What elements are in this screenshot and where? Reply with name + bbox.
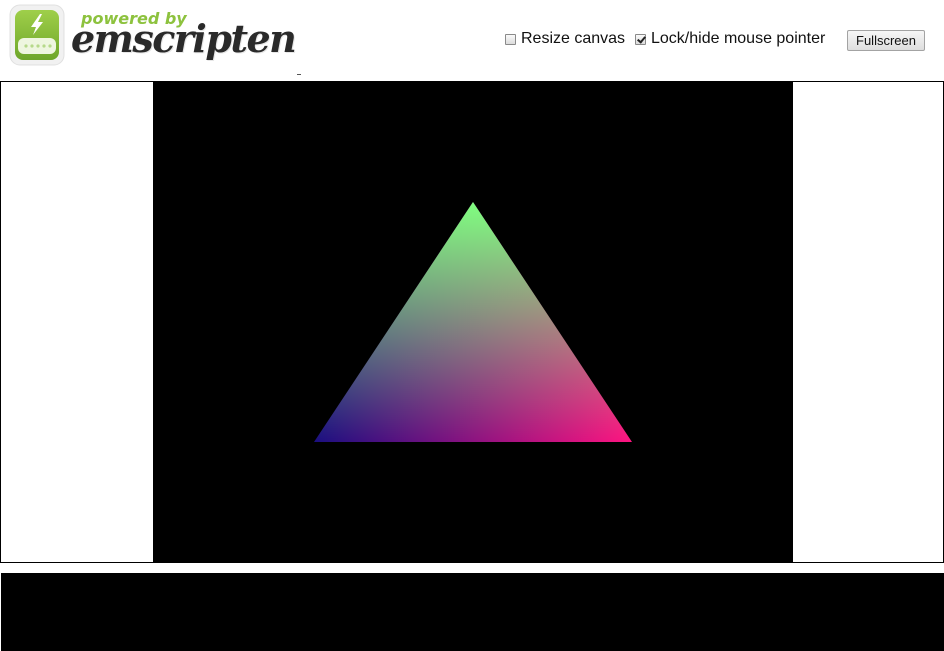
- resize-canvas-label: Resize canvas: [521, 30, 626, 47]
- resize-canvas-control[interactable]: Resize canvas: [505, 30, 625, 48]
- resize-canvas-checkbox[interactable]: [505, 33, 516, 45]
- lock-pointer-checkbox[interactable]: [635, 33, 646, 45]
- spinner: [297, 74, 301, 75]
- output-console[interactable]: [1, 573, 944, 651]
- triangle-top-blend: [314, 202, 632, 442]
- webgl-canvas[interactable]: [153, 82, 793, 562]
- triangle-render: [314, 202, 632, 442]
- emscripten-logo[interactable]: powered by emscripten: [9, 4, 297, 68]
- brand-text: emscripten: [71, 16, 297, 61]
- battery-bolt-icon: [9, 4, 65, 66]
- fullscreen-button[interactable]: Fullscreen: [847, 30, 925, 51]
- lock-pointer-control[interactable]: Lock/hide mouse pointer: [635, 30, 825, 48]
- lock-pointer-label: Lock/hide mouse pointer: [651, 30, 826, 47]
- page-header: powered by emscripten Resize canvas Lock…: [0, 0, 944, 80]
